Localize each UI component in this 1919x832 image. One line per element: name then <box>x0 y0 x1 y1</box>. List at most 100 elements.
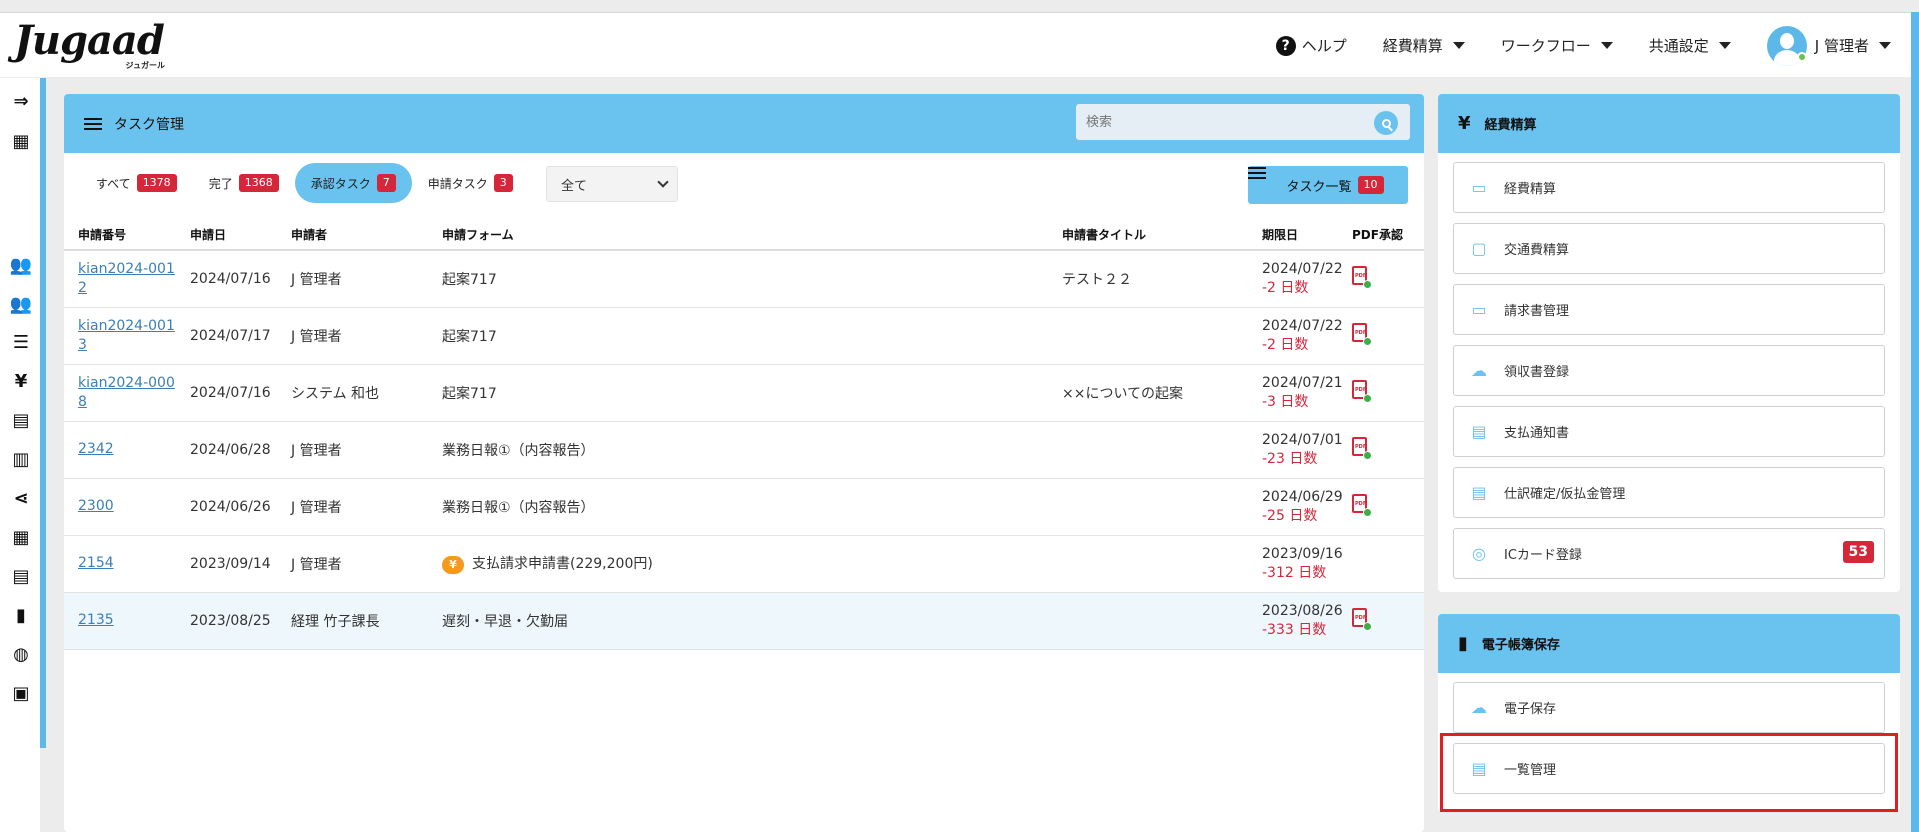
pdf-approval-cell <box>1348 364 1424 422</box>
due-cell: 2024/07/22 -2 日数 <box>1248 250 1348 308</box>
task-table: 申請番号 申請日 申請者 申請フォーム 申請書タイトル 期限日 PDF承認 ki… <box>64 220 1424 650</box>
request-id-link[interactable]: kian2024-001 2 <box>78 261 175 296</box>
building-icon[interactable]: ▦ <box>10 130 32 152</box>
group-icon[interactable]: 👥 <box>10 293 32 315</box>
palette-icon[interactable]: ◍ <box>10 643 32 665</box>
table-row[interactable]: kian2024-001 2 2024/07/16 J 管理者 起案717 テスト２２ 20… <box>64 250 1424 308</box>
title-cell <box>1048 592 1248 650</box>
col-header[interactable]: 申請番号 <box>64 220 176 251</box>
file-icon[interactable]: ▮ <box>10 604 32 626</box>
pdf-approve-icon[interactable] <box>1352 436 1372 460</box>
col-header[interactable]: 期限日 <box>1248 220 1348 251</box>
yen-icon[interactable]: ¥ <box>10 370 32 392</box>
request-id-link[interactable]: 2342 <box>78 441 114 457</box>
expense-settlement-link[interactable]: ▭ 経費精算 <box>1453 162 1885 213</box>
tab-all[interactable]: すべて 1378 <box>80 163 193 203</box>
applicant-cell: J 管理者 <box>277 307 428 365</box>
remaining-days: -312 日数 <box>1262 564 1327 581</box>
page-title: タスク管理 <box>114 116 184 133</box>
request-id-link[interactable]: kian2024-000 8 <box>78 375 175 410</box>
request-id-link[interactable]: 2300 <box>78 498 114 514</box>
count-badge: 1368 <box>238 174 279 192</box>
common-settings-menu[interactable]: 共通設定 <box>1649 35 1731 56</box>
col-header[interactable]: 申請日 <box>176 220 277 251</box>
col-header[interactable]: 申請フォーム <box>428 220 1048 251</box>
table-row[interactable]: 2342 2024/06/28 J 管理者 業務日報①（内容報告） 2024/07/01… <box>64 421 1424 479</box>
list-icon <box>84 117 102 131</box>
due-date: 2024/07/01 <box>1262 431 1343 448</box>
due-cell: 2024/07/22 -2 日数 <box>1248 307 1348 365</box>
col-header[interactable]: PDF承認 <box>1348 220 1424 251</box>
payment-notice-link[interactable]: ▤ 支払通知書 <box>1453 406 1885 457</box>
request-id-cell: 2300 <box>64 478 176 536</box>
pdf-approval-cell <box>1348 535 1424 593</box>
task-tabs: すべて 1378 完了 1368 承認タスク 7 申請タスク 3 <box>80 163 529 203</box>
help-link[interactable]: ? ヘルプ <box>1275 35 1347 56</box>
request-id-link[interactable]: 2135 <box>78 612 114 628</box>
col-header[interactable]: 申請書タイトル <box>1048 220 1248 251</box>
card-icon: ▭ <box>1471 300 1487 319</box>
table-row[interactable]: kian2024-001 3 2024/07/17 J 管理者 起案717 2024/07… <box>64 307 1424 365</box>
wallet-icon[interactable]: ▣ <box>10 682 32 704</box>
search-icon[interactable] <box>1374 111 1398 135</box>
pdf-approve-icon[interactable] <box>1352 607 1372 631</box>
remaining-days: -333 日数 <box>1262 621 1327 638</box>
applicant-cell: J 管理者 <box>277 478 428 536</box>
user-menu[interactable]: J 管理者 <box>1766 25 1891 66</box>
applicant-cell: J 管理者 <box>277 421 428 479</box>
table-row[interactable]: 2135 2023/08/25 経理 竹子課長 遅刻・早退・欠勤届 2023/08/26… <box>64 592 1424 650</box>
table-row[interactable]: 2154 2023/09/14 J 管理者 ¥ 支払請求申請書(229,200円) 202… <box>64 535 1424 593</box>
task-list-button[interactable]: タスク一覧 10 <box>1248 166 1408 204</box>
ic-card-register-link[interactable]: ◎ ICカード登録 53 <box>1453 528 1885 579</box>
workflow-menu[interactable]: ワークフロー <box>1501 35 1613 56</box>
form-cell: 起案717 <box>428 307 1048 365</box>
share-icon[interactable]: ⋖ <box>10 487 32 509</box>
col-header[interactable]: 申請者 <box>277 220 428 251</box>
table-row[interactable]: 2300 2024/06/26 J 管理者 業務日報①（内容報告） 2024/06/29… <box>64 478 1424 536</box>
form-cell: 業務日報①（内容報告） <box>428 478 1048 536</box>
tab-application[interactable]: 申請タスク 3 <box>412 163 529 203</box>
expense-menu[interactable]: 経費精算 <box>1383 35 1465 56</box>
request-id-cell: 2342 <box>64 421 176 479</box>
form-cell: ¥ 支払請求申請書(229,200円) <box>428 535 1048 593</box>
users-icon[interactable]: 👥 <box>10 254 32 276</box>
request-id-link[interactable]: kian2024-001 3 <box>78 318 175 353</box>
count-badge: 1378 <box>136 174 177 192</box>
pdf-approve-icon[interactable] <box>1352 493 1372 517</box>
book-list-icon[interactable]: ▤ <box>10 565 32 587</box>
pdf-approve-icon[interactable] <box>1352 322 1372 346</box>
left-sidebar: ⇒ ▦ 👥 👥 ☰ ¥ ▤ ▥ ⋖ ▦ ▤ ▮ ◍ ▣ <box>0 78 40 832</box>
task-management-panel: タスク管理 すべて1378 完了1368 承認タスク7 申請タスク3 全て タス… <box>64 94 1424 832</box>
receipt-register-link[interactable]: ☁ 領収書登録 <box>1453 345 1885 396</box>
list-icon[interactable]: ☰ <box>10 331 32 353</box>
document-icon[interactable]: ▤ <box>10 409 32 431</box>
transport-expense-link[interactable]: ▢ 交通費精算 <box>1453 223 1885 274</box>
expand-menu-icon[interactable]: ⇒ <box>10 90 32 112</box>
pdf-approval-cell <box>1348 592 1424 650</box>
tab-approval[interactable]: 承認タスク 7 <box>294 163 412 203</box>
request-id-link[interactable]: 2154 <box>78 555 114 571</box>
caret-down-icon <box>1452 42 1465 49</box>
count-badge: 10 <box>1357 176 1384 194</box>
expense-panel-header: ¥ 経費精算 <box>1438 94 1900 153</box>
table-row[interactable]: kian2024-000 8 2024/07/16 システム 和也 起案717 ××につい… <box>64 364 1424 422</box>
filter-select[interactable]: 全て <box>546 166 678 202</box>
journal-confirm-link[interactable]: ▤ 仕訳確定/仮払金管理 <box>1453 467 1885 518</box>
invoice-management-link[interactable]: ▭ 請求書管理 <box>1453 284 1885 335</box>
right-scroll-edge <box>1911 12 1919 832</box>
pdf-approve-icon[interactable] <box>1352 379 1372 403</box>
due-date: 2024/07/22 <box>1262 317 1343 334</box>
train-icon: ▢ <box>1471 239 1487 258</box>
title-cell <box>1048 421 1248 479</box>
search-input[interactable] <box>1076 104 1366 140</box>
online-status-dot <box>1797 52 1807 62</box>
jugaad-logo[interactable]: Jugaad ジュガール <box>14 19 169 71</box>
pdf-approve-icon[interactable] <box>1352 265 1372 289</box>
grid-icon[interactable]: ▦ <box>10 526 32 548</box>
e-storage-link[interactable]: ☁ 電子保存 <box>1453 682 1885 733</box>
applicant-cell: J 管理者 <box>277 250 428 308</box>
tab-completed[interactable]: 完了 1368 <box>193 163 295 203</box>
receipt-icon[interactable]: ▥ <box>10 448 32 470</box>
help-icon: ? <box>1275 35 1296 56</box>
yen-icon: ¥ <box>1458 113 1471 134</box>
